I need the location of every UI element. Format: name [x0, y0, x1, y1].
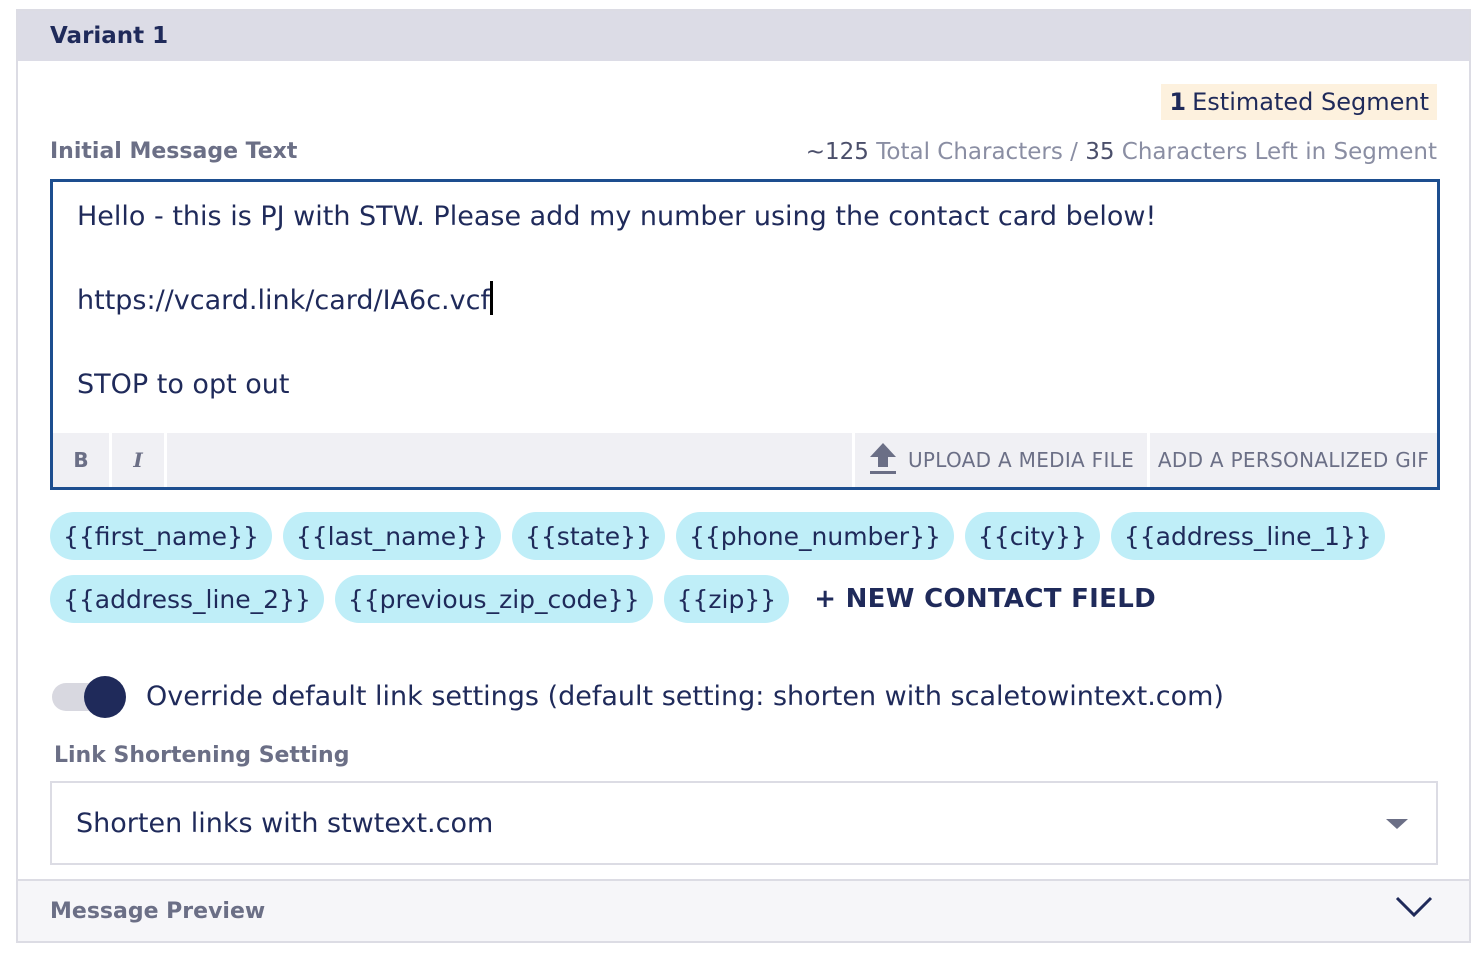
- new-contact-field-button[interactable]: + NEW CONTACT FIELD: [814, 584, 1156, 614]
- bold-button[interactable]: B: [53, 433, 109, 487]
- add-gif-button[interactable]: ADD A PERSONALIZED GIF: [1150, 433, 1437, 487]
- variant-header[interactable]: Variant 1: [18, 11, 1469, 61]
- caret-down-icon: [1386, 819, 1408, 829]
- link-override-toggle[interactable]: [52, 675, 126, 718]
- message-textarea[interactable]: Hello - this is PJ with STW. Please add …: [77, 196, 1413, 432]
- field-chip-zip[interactable]: {{zip}}: [663, 575, 790, 623]
- link-override-row: Override default link settings (default …: [52, 675, 1224, 718]
- upload-icon: [868, 441, 898, 480]
- segment-count: 1: [1169, 88, 1187, 116]
- field-chip-city[interactable]: {{city}}: [964, 512, 1100, 560]
- message-line-3: STOP to opt out: [77, 369, 290, 400]
- field-chip-address-line-2[interactable]: {{address_line_2}}: [50, 575, 324, 623]
- segment-label: Estimated Segment: [1192, 88, 1429, 116]
- char-total-label: Total Characters /: [876, 139, 1078, 165]
- message-line-1: Hello - this is PJ with STW. Please add …: [77, 201, 1157, 232]
- message-editor[interactable]: Hello - this is PJ with STW. Please add …: [50, 179, 1440, 490]
- char-left: 35: [1085, 139, 1115, 165]
- link-shortening-select[interactable]: Shorten links with stwtext.com: [50, 781, 1438, 865]
- message-label: Initial Message Text: [50, 139, 298, 164]
- field-chip-last-name[interactable]: {{last_name}}: [282, 512, 501, 560]
- field-chip-phone-number[interactable]: {{phone_number}}: [675, 512, 954, 560]
- upload-media-button[interactable]: UPLOAD A MEDIA FILE: [855, 433, 1147, 487]
- link-shortening-value: Shorten links with stwtext.com: [76, 807, 494, 839]
- variant-panel: Variant 1 1 Estimated Segment Initial Me…: [16, 9, 1471, 943]
- italic-button[interactable]: I: [112, 433, 164, 487]
- link-shortening-label: Link Shortening Setting: [54, 743, 350, 768]
- character-count: ~125 Total Characters / 35 Characters Le…: [806, 139, 1437, 165]
- link-override-label: Override default link settings (default …: [146, 681, 1224, 712]
- field-chip-first-name[interactable]: {{first_name}}: [50, 512, 272, 560]
- char-left-label: Characters Left in Segment: [1121, 139, 1437, 165]
- editor-toolbar: B I UPLOAD A MEDIA FILE ADD A PERSONALIZ…: [53, 433, 1437, 487]
- message-preview-header[interactable]: Message Preview: [18, 879, 1469, 941]
- contact-fields-row-2: {{address_line_2}} {{previous_zip_code}}…: [50, 575, 1450, 623]
- field-chip-address-line-1[interactable]: {{address_line_1}}: [1110, 512, 1385, 560]
- field-chip-state[interactable]: {{state}}: [512, 512, 665, 560]
- field-chip-previous-zip-code[interactable]: {{previous_zip_code}}: [334, 575, 653, 623]
- chevron-down-icon[interactable]: [1395, 895, 1433, 923]
- segment-badge: 1 Estimated Segment: [1161, 84, 1437, 120]
- toolbar-spacer: [167, 433, 852, 487]
- upload-label: UPLOAD A MEDIA FILE: [907, 448, 1135, 472]
- text-caret: [489, 281, 493, 315]
- contact-fields-row-1: {{first_name}} {{last_name}} {{state}} {…: [50, 512, 1450, 560]
- toggle-knob: [84, 675, 126, 718]
- message-line-2: https://vcard.link/card/IA6c.vcf: [77, 285, 490, 316]
- variant-title: Variant 1: [50, 23, 169, 49]
- message-preview-title: Message Preview: [50, 898, 266, 924]
- char-total: ~125: [805, 139, 869, 165]
- contact-fields: {{first_name}} {{last_name}} {{state}} {…: [50, 512, 1450, 638]
